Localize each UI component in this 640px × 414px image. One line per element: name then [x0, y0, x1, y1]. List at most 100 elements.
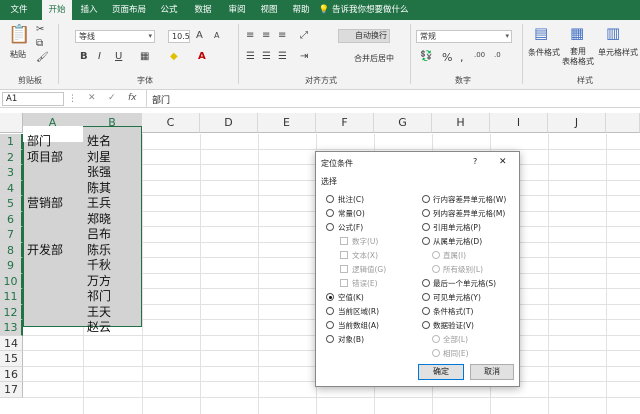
row-header-11[interactable]: 11: [0, 289, 23, 305]
column-header-k[interactable]: [606, 113, 640, 133]
cell-a8[interactable]: 开发部: [25, 243, 63, 258]
cell-b7[interactable]: 吕布: [85, 227, 111, 242]
column-header-c[interactable]: C: [142, 113, 200, 133]
cell-a1[interactable]: 部门: [25, 134, 51, 149]
option-radio[interactable]: [422, 195, 430, 203]
cell-b9[interactable]: 千秋: [85, 258, 111, 273]
decrease-decimal-icon[interactable]: .0: [494, 51, 501, 59]
option-label[interactable]: 引用单元格(P): [433, 222, 481, 233]
wrap-text-button[interactable]: 自动换行: [338, 29, 390, 43]
borders-icon[interactable]: ▦: [140, 51, 149, 62]
row-header-10[interactable]: 10: [0, 273, 23, 289]
row-header-13[interactable]: 13: [0, 320, 23, 336]
cell-styles-icon[interactable]: ▥: [606, 24, 620, 42]
column-header-d[interactable]: D: [200, 113, 258, 133]
ok-button[interactable]: 确定: [418, 364, 464, 380]
cell-b6[interactable]: 郑晓: [85, 212, 111, 227]
increase-decimal-icon[interactable]: .00: [474, 51, 485, 59]
column-header-g[interactable]: G: [374, 113, 432, 133]
option-label[interactable]: 公式(F): [338, 222, 363, 233]
column-header-i[interactable]: I: [490, 113, 548, 133]
option-radio[interactable]: [326, 307, 334, 315]
option-label[interactable]: 对象(B): [338, 334, 364, 345]
copy-icon[interactable]: ⧉: [36, 38, 43, 49]
option-radio[interactable]: [422, 293, 430, 301]
row-header-8[interactable]: 8: [0, 242, 23, 258]
cell-b12[interactable]: 王天: [85, 305, 111, 320]
number-format-combo[interactable]: 常规 ▾: [416, 30, 512, 43]
italic-button[interactable]: I: [98, 51, 101, 62]
align-middle-icon[interactable]: ≡: [262, 30, 270, 41]
option-label[interactable]: 当前数组(A): [338, 320, 379, 331]
tab-file[interactable]: 文件: [4, 0, 34, 20]
tab-view[interactable]: 视图: [256, 0, 282, 20]
row-header-5[interactable]: 5: [0, 196, 23, 212]
row-header-7[interactable]: 7: [0, 227, 23, 243]
accounting-format-icon[interactable]: 💱: [420, 51, 432, 62]
align-center-icon[interactable]: ☰: [262, 51, 271, 62]
align-bottom-icon[interactable]: ≡: [278, 30, 286, 41]
option-label[interactable]: 最后一个单元格(S): [433, 278, 496, 289]
cell-a5[interactable]: 营销部: [25, 196, 63, 211]
row-header-1[interactable]: 1: [0, 134, 23, 150]
option-radio[interactable]: [326, 321, 334, 329]
tab-home[interactable]: 开始: [42, 0, 72, 20]
option-radio[interactable]: [326, 195, 334, 203]
conditional-formatting-button[interactable]: 条件格式: [528, 47, 560, 58]
cell-b5[interactable]: 王兵: [85, 196, 111, 211]
paste-icon[interactable]: 📋: [8, 24, 30, 46]
cancel-button[interactable]: 取消: [470, 364, 514, 380]
row-header-3[interactable]: 3: [0, 165, 23, 181]
option-label[interactable]: 当前区域(R): [338, 306, 379, 317]
orientation-icon[interactable]: ⤢: [300, 30, 308, 41]
insert-function-button[interactable]: fx: [128, 93, 137, 103]
tell-me-box[interactable]: 告诉我你想要做什么: [332, 0, 422, 20]
row-header-12[interactable]: 12: [0, 304, 23, 320]
underline-button[interactable]: U: [115, 51, 122, 62]
percent-icon[interactable]: %: [442, 51, 452, 64]
cancel-icon[interactable]: ✕: [88, 93, 96, 103]
row-header-15[interactable]: 15: [0, 351, 23, 367]
option-label[interactable]: 批注(C): [338, 194, 364, 205]
column-header-f[interactable]: F: [316, 113, 374, 133]
align-left-icon[interactable]: ☰: [246, 51, 255, 62]
format-as-table-icon[interactable]: ▦: [570, 24, 584, 42]
font-size-combo[interactable]: 10.5: [168, 30, 190, 43]
row-header-4[interactable]: 4: [0, 180, 23, 196]
fill-color-icon[interactable]: ◆: [170, 51, 178, 62]
formula-input[interactable]: 部门: [152, 93, 170, 106]
option-radio[interactable]: [422, 209, 430, 217]
paste-button[interactable]: 粘贴: [10, 49, 26, 60]
cell-b4[interactable]: 陈其: [85, 181, 111, 196]
option-label[interactable]: 可见单元格(Y): [433, 292, 481, 303]
cell-styles-button[interactable]: 单元格样式: [598, 47, 638, 58]
cell-b10[interactable]: 万方: [85, 274, 111, 289]
select-all-corner[interactable]: [0, 113, 23, 133]
option-radio[interactable]: [326, 209, 334, 217]
cell-b1[interactable]: 姓名: [85, 134, 111, 149]
align-right-icon[interactable]: ☰: [278, 51, 287, 62]
option-label[interactable]: 数据验证(V): [433, 320, 474, 331]
indent-icon[interactable]: ⇥: [300, 51, 308, 62]
option-label[interactable]: 空值(K): [338, 292, 364, 303]
row-header-9[interactable]: 9: [0, 258, 23, 274]
conditional-formatting-icon[interactable]: ▤: [534, 24, 548, 42]
tab-insert[interactable]: 插入: [76, 0, 102, 20]
tab-data[interactable]: 数据: [190, 0, 216, 20]
bold-button[interactable]: B: [80, 51, 88, 62]
tab-page-layout[interactable]: 页面布局: [110, 0, 148, 20]
option-label[interactable]: 列内容差异单元格(M): [433, 208, 505, 219]
option-radio[interactable]: [422, 321, 430, 329]
option-radio[interactable]: [422, 237, 430, 245]
merge-center-button[interactable]: 合并后居中: [342, 53, 394, 64]
row-header-6[interactable]: 6: [0, 211, 23, 227]
column-header-h[interactable]: H: [432, 113, 490, 133]
row-header-17[interactable]: 17: [0, 382, 23, 398]
font-color-icon[interactable]: A: [198, 51, 206, 62]
option-radio[interactable]: [326, 293, 334, 301]
option-label[interactable]: 行内容差异单元格(W): [433, 194, 506, 205]
cell-b3[interactable]: 张强: [85, 165, 111, 180]
cut-icon[interactable]: ✂: [36, 24, 44, 35]
help-button[interactable]: ?: [473, 157, 477, 166]
cell-b13[interactable]: 赵云: [85, 320, 111, 335]
